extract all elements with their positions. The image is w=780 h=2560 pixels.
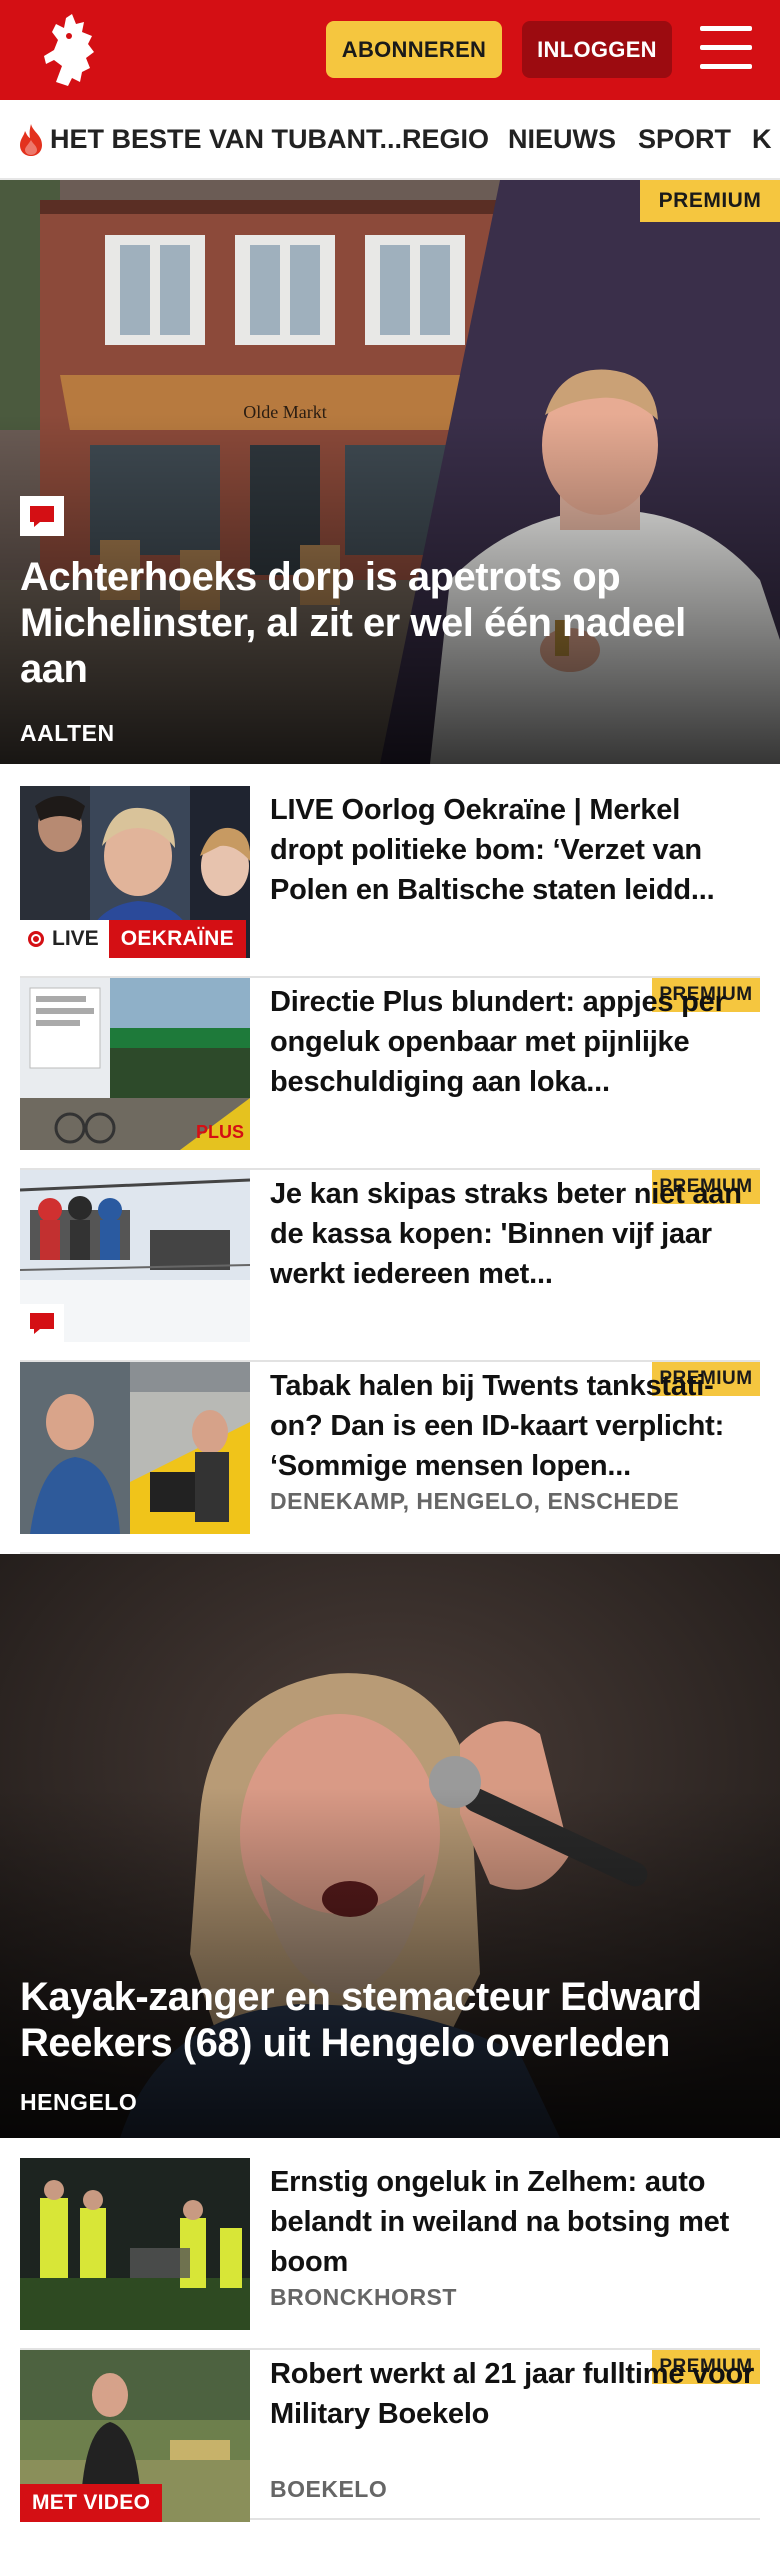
hero-location: HENGELO — [20, 2089, 138, 2115]
video-tag: MET VIDEO — [20, 2484, 163, 2522]
subscribe-button[interactable]: ABONNEREN — [326, 21, 502, 78]
live-label: LIVE — [52, 927, 99, 950]
article-title[interactable]: LIVE Oorlog Oekraïne | Merkel dropt poli… — [270, 790, 760, 910]
topic-label: OEKRAÏNE — [108, 920, 246, 958]
hero-location: AALTEN — [20, 720, 115, 746]
comment-icon — [20, 496, 64, 536]
hamburger-menu-icon[interactable] — [700, 26, 752, 72]
list-item-tabak[interactable]: PREMIUM Tabak halen bij Twents tankstati… — [20, 1362, 760, 1554]
article-location: BRONCKHORST — [270, 2284, 457, 2310]
login-button[interactable]: INLOGGEN — [522, 21, 672, 78]
hero-article-michelin[interactable]: Olde Markt PREMIUM Achterhoeks dorp is a… — [0, 180, 780, 764]
hero-article-reekers[interactable]: Kayak-zanger en stemacteur Edward Reeker… — [0, 1554, 780, 2138]
twente-horse-icon[interactable] — [36, 10, 106, 90]
article-location: DENEKAMP, HENGELO, ENSCHEDE — [270, 1488, 680, 1514]
plus-store-sign-text: PLUS — [196, 1122, 244, 1142]
nav-item-sport[interactable]: SPORT — [638, 100, 731, 178]
hero-title[interactable]: Kayak-zanger en stemacteur Edward Reeker… — [20, 1974, 750, 2066]
article-title[interactable]: Ernstig ongeluk in Zelhem: auto belandt … — [270, 2162, 760, 2282]
thumbnail-robert: MET VIDEO — [20, 2350, 250, 2522]
thumbnail-ski-lift — [20, 1170, 250, 1342]
section-nav: HET BESTE VAN TUBANT... REGIO NIEUWS SPO… — [0, 100, 780, 180]
list-item-skipas[interactable]: PREMIUM Je kan skipas straks beter niet … — [20, 1170, 760, 1362]
hero-title[interactable]: Achterhoeks dorp is apetrots op Michelin… — [20, 554, 750, 692]
thumbnail-accident — [20, 2158, 250, 2330]
top-bar: ABONNEREN INLOGGEN — [0, 0, 780, 100]
flame-icon — [16, 122, 46, 158]
nav-item-best-of-tubantia[interactable]: HET BESTE VAN TUBANT... — [50, 100, 402, 178]
article-title[interactable]: Je kan skipas straks beter niet aan de k… — [270, 1174, 760, 1294]
list-item-ukraine-live[interactable]: LIVE OEKRAÏNE LIVE Oorlog Oekraïne | Mer… — [20, 786, 760, 978]
article-title[interactable]: Tabak halen bij Twents tankstati-on? Dan… — [270, 1366, 760, 1486]
hero-gradient — [0, 1787, 780, 2138]
article-location: BOEKELO — [270, 2476, 388, 2502]
premium-badge: PREMIUM — [640, 180, 780, 222]
live-dot-icon — [28, 931, 44, 947]
comment-icon — [20, 1304, 64, 1342]
nav-item-nieuws[interactable]: NIEUWS — [508, 100, 616, 178]
thumbnail-gas-station — [20, 1362, 250, 1534]
list-item-zelhem-accident[interactable]: Ernstig ongeluk in Zelhem: auto belandt … — [20, 2158, 760, 2350]
live-topic-tag: LIVE OEKRAÏNE — [20, 920, 246, 958]
nav-item-k[interactable]: K — [752, 100, 772, 178]
article-title[interactable]: Robert werkt al 21 jaar fulltime voor Mi… — [270, 2354, 760, 2434]
list-item-military-boekelo[interactable]: MET VIDEO PREMIUM Robert werkt al 21 jaa… — [20, 2350, 760, 2522]
thumbnail-plus-store: PLUS — [20, 978, 250, 1150]
thumbnail-merkel: LIVE OEKRAÏNE — [20, 786, 250, 958]
article-title[interactable]: Directie Plus blundert: appjes per ongel… — [270, 982, 760, 1102]
list-item-plus-blunder[interactable]: PLUS PREMIUM Directie Plus blundert: app… — [20, 978, 760, 1170]
live-indicator: LIVE — [20, 920, 109, 958]
nav-item-regio[interactable]: REGIO — [402, 100, 489, 178]
